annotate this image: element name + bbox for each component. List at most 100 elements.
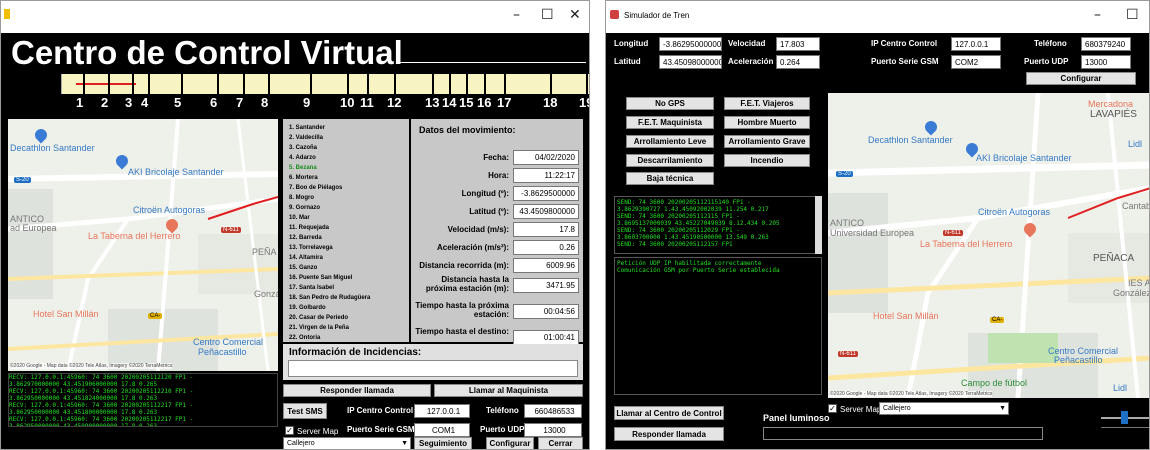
station-number: 11 [360,95,374,110]
minimize-icon[interactable]: – [1094,7,1101,23]
station-number: 3 [125,95,133,110]
receive-log[interactable]: RECV: 127.0.0.1:45960: 74 3600 202002051… [8,373,278,427]
movement-value[interactable]: 01:00:41 [513,330,579,345]
track-station-tick [449,74,451,94]
track-station-tick [466,74,468,94]
status-log[interactable]: Petición UDP IP habilitada correctamente… [614,257,822,395]
fet-passengers-button[interactable]: F.E.T. Viajeros [724,97,810,110]
movement-value[interactable]: 3471.95 [513,278,579,293]
track-station-tick [83,74,85,94]
station-list-item: 14. Altamira [289,255,323,261]
udp-field[interactable]: 13000 [524,423,582,437]
minimize-icon[interactable]: – [513,7,520,23]
server-map-checkbox[interactable]: ✓ [828,404,837,413]
fet-driver-button[interactable]: F.E.T. Maquinista [626,116,714,129]
slider-handle[interactable] [1121,411,1128,424]
movement-value[interactable]: 04/02/2020 [513,150,579,165]
track-station-tick [148,74,150,94]
road-badge: S-20 [836,171,853,177]
map-type-value: Callejero [883,405,911,412]
station-number: 19 [579,95,589,110]
maximize-icon[interactable]: ☐ [1126,7,1139,23]
major-collision-button[interactable]: Arrollamiento Grave [724,135,810,148]
fire-button[interactable]: Incendio [724,154,810,167]
movement-value[interactable]: 00:04:56 [513,304,579,319]
map-type-select[interactable]: Callejero ▼ [283,437,411,449]
map-view[interactable]: Mercadona LAVAPIÉS Decathlon Santander A… [828,93,1149,398]
page-title: Centro de Control Virtual [11,34,403,71]
train-position-marker [76,83,136,85]
map-label: AKI Bricolaje Santander [976,153,1072,163]
road-badge: N-611 [838,351,858,357]
minor-collision-button[interactable]: Arrollamiento Leve [626,135,714,148]
track-station-tick [550,74,552,94]
movement-panel: Datos del movimiento: Fecha: 04/02/2020 Ho… [411,119,583,345]
status-line: Comunicación GSM por Puerto Serie establ… [617,267,780,274]
station-number: 6 [210,95,218,110]
server-map-label: Server Map [297,427,339,436]
tracking-button[interactable]: Seguimiento [414,437,472,449]
station-list-item: 12. Barreda [289,235,322,241]
send-log-scrollbar[interactable] [815,196,822,254]
station-list-item: 22. Ontoria [289,335,321,341]
incidents-textbox[interactable] [288,360,578,377]
panel-luminoso-display [763,427,1043,440]
latitude-field[interactable]: 43.4509800000000 [659,55,722,69]
map-label: Peñacastillo [198,347,247,357]
map-type-select[interactable]: Callejero ▼ [879,402,1009,415]
acceleration-field[interactable]: 0.264 [776,55,820,69]
map-label: AKI Bricolaje Santander [128,167,224,177]
station-number: 2 [101,95,109,110]
station-number: 13 [425,95,440,110]
serial-field[interactable]: COM1 [414,423,470,437]
server-map-checkbox[interactable]: ✓ [285,426,294,435]
close-icon[interactable]: ✕ [569,7,581,23]
latitude-label: Latitud [614,57,641,66]
track-station-tick [347,74,349,94]
track-station-tick [217,74,219,94]
serial-label: Puerto Serie GSM [347,425,415,434]
movement-value[interactable]: 6009.96 [513,258,579,273]
udp-field[interactable]: 13000 [1081,55,1131,69]
title-bar: Simulador de Tren – ☐ [606,1,1149,33]
movement-label: Velocidad (m/s): [447,225,509,234]
map-label: Cantabro [1122,201,1149,211]
call-driver-button[interactable]: Llamar al Maquinista [434,384,583,397]
map-label: PEÑACA [1093,253,1135,264]
longitude-field[interactable]: -3.86295000000000 [659,37,722,51]
configure-button[interactable]: Configurar [486,437,534,449]
answer-call-button[interactable]: Responder llamada [614,427,724,441]
derailment-button[interactable]: Descarrilamiento [626,154,714,167]
movement-value[interactable]: 11:22:17 [513,168,579,183]
answer-call-button[interactable]: Responder llamada [283,384,431,397]
speed-field[interactable]: 17.803 [776,37,820,51]
station-number: 14 [442,95,457,110]
movement-value[interactable]: 17.8 [513,222,579,237]
movement-value[interactable]: -3.8629500000 [513,186,579,201]
no-gps-button[interactable]: No GPS [626,97,714,110]
configure-button[interactable]: Configurar [1026,72,1136,85]
log-line: RECV: 127.0.0.1:45960: 74 3600 202002051… [9,374,194,381]
ip-field[interactable]: 127.0.0.1 [951,37,1001,51]
test-sms-button[interactable]: Test SMS [283,403,327,419]
phone-field[interactable]: 660486533 [524,404,582,418]
dead-man-button[interactable]: Hombre Muerto [724,116,810,129]
technical-failure-button[interactable]: Baja técnica [626,172,714,185]
maximize-icon[interactable]: ☐ [541,7,554,23]
map-view[interactable]: Decathlon Santander AKI Bricolaje Santan… [8,119,278,371]
call-control-center-button[interactable]: Llamar al Centro de Control [614,406,724,420]
serial-field[interactable]: COM2 [951,55,1001,69]
incidents-heading: Información de Incidencias: [289,347,422,358]
send-log[interactable]: SEND: 74 3600 20200205112115140 FP1 -3.8… [614,196,822,254]
station-list-item: 1. Santander [289,125,326,131]
station-number: 9 [303,95,311,110]
title-underline [396,62,586,63]
station-list-item: 15. Ganzo [289,265,318,271]
close-button[interactable]: Cerrar [538,437,583,449]
station-number: 7 [236,95,244,110]
movement-value[interactable]: 0.26 [513,240,579,255]
phone-field[interactable]: 680379240 [1081,37,1131,51]
log-line: SEND: 74 3600 20200205112115 FP1 - [617,213,740,220]
movement-value[interactable]: 43.4509800000 [513,204,579,219]
ip-field[interactable]: 127.0.0.1 [414,404,470,418]
